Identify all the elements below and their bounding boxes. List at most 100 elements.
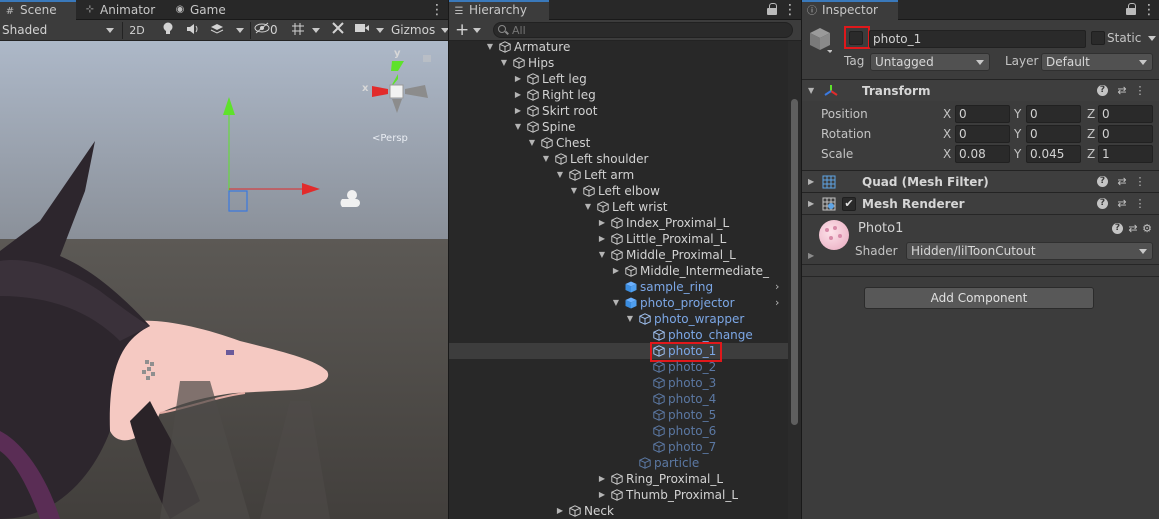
expand-arrow-open-icon[interactable]: ▼ xyxy=(625,311,635,327)
static-dropdown[interactable]: Static xyxy=(1107,31,1157,45)
kebab-icon[interactable]: ⋮ xyxy=(1133,84,1147,98)
hidden-objects-toggle[interactable]: 0 xyxy=(254,21,284,40)
help-icon[interactable]: ? xyxy=(1097,176,1108,187)
tab-scene[interactable]: # Scene xyxy=(0,0,76,20)
shader-dropdown[interactable]: Hidden/lilToonCutout xyxy=(906,242,1153,260)
hierarchy-row[interactable]: photo_2 xyxy=(449,359,789,375)
expand-arrow-open-icon[interactable]: ▼ xyxy=(513,119,523,135)
expand-arrow-closed-icon[interactable]: ▶ xyxy=(555,503,565,519)
grid-snap-icon[interactable] xyxy=(288,21,308,40)
presets-icon[interactable]: ⇄ xyxy=(1126,222,1140,236)
expand-arrow-open-icon[interactable]: ▼ xyxy=(555,167,565,183)
scale-y-field[interactable]: 0.045 xyxy=(1026,145,1081,163)
hierarchy-row[interactable]: ▼ Armature xyxy=(449,39,789,55)
hierarchy-row[interactable]: ▼ Spine xyxy=(449,119,789,135)
hierarchy-row[interactable]: ▼ Left arm xyxy=(449,167,789,183)
lock-icon[interactable] xyxy=(1126,3,1136,15)
hierarchy-row[interactable]: ▼ Left shoulder xyxy=(449,151,789,167)
object-name-field[interactable]: photo_1 xyxy=(869,30,1086,48)
kebab-icon[interactable]: ⋮ xyxy=(1133,175,1147,189)
lighting-toggle-icon[interactable] xyxy=(158,21,178,40)
expand-arrow-open-icon[interactable]: ▼ xyxy=(527,135,537,151)
hierarchy-row[interactable]: ▶ Skirt root xyxy=(449,103,789,119)
hierarchy-row[interactable]: ▼ photo_wrapper xyxy=(449,311,789,327)
rotation-x-field[interactable]: 0 xyxy=(955,125,1010,143)
scene-viewport[interactable]: y x <Persp xyxy=(0,41,448,519)
help-icon[interactable]: ? xyxy=(1112,223,1123,234)
kebab-icon[interactable]: ⋮ xyxy=(1133,197,1147,211)
position-x-field[interactable]: 0 xyxy=(955,105,1010,123)
expand-arrow-open-icon[interactable]: ▼ xyxy=(541,151,551,167)
search-input[interactable] xyxy=(512,23,782,37)
expand-arrow-open-icon[interactable]: ▼ xyxy=(597,247,607,263)
scrollbar-thumb[interactable] xyxy=(791,99,798,425)
expand-arrow-closed-icon[interactable]: ▶ xyxy=(597,471,607,487)
hierarchy-row[interactable]: particle xyxy=(449,455,789,471)
open-prefab-arrow-icon[interactable]: › xyxy=(775,279,785,295)
transform-header[interactable]: ▼ Transform ? ⇄ ⋮ xyxy=(802,79,1159,101)
open-prefab-arrow-icon[interactable]: › xyxy=(775,295,785,311)
grid-dropdown[interactable] xyxy=(310,21,322,40)
expand-arrow-open-icon[interactable]: ▼ xyxy=(569,183,579,199)
expand-arrow-open-icon[interactable]: ▼ xyxy=(583,199,593,215)
create-dropdown[interactable]: + xyxy=(455,21,487,40)
presets-icon[interactable]: ⇄ xyxy=(1115,197,1129,211)
hierarchy-row[interactable]: ▼ Chest xyxy=(449,135,789,151)
camera-dropdown[interactable] xyxy=(374,21,386,40)
hierarchy-row[interactable]: ▼ Hips xyxy=(449,55,789,71)
shading-mode-dropdown[interactable]: Shaded xyxy=(2,21,118,40)
tab-game[interactable]: ◉ Game xyxy=(170,0,234,20)
inspector-menu-icon[interactable]: ⋮ xyxy=(1142,2,1156,18)
hierarchy-row[interactable]: photo_3 xyxy=(449,375,789,391)
position-y-field[interactable]: 0 xyxy=(1026,105,1081,123)
audio-toggle-icon[interactable] xyxy=(182,21,202,40)
hierarchy-row[interactable]: ▶ Neck xyxy=(449,503,789,519)
hierarchy-row[interactable]: ▼ Left wrist xyxy=(449,199,789,215)
position-z-field[interactable]: 0 xyxy=(1098,105,1153,123)
hierarchy-menu-icon[interactable]: ⋮ xyxy=(783,2,797,18)
scale-x-field[interactable]: 0.08 xyxy=(955,145,1010,163)
expand-arrow-closed-icon[interactable]: ▶ xyxy=(513,87,523,103)
camera-icon[interactable] xyxy=(352,21,372,40)
hierarchy-row[interactable]: ▼ Left elbow xyxy=(449,183,789,199)
expand-arrow-closed-icon[interactable]: ▶ xyxy=(513,103,523,119)
scene-menu-icon[interactable]: ⋮ xyxy=(430,2,444,18)
expand-arrow-closed-icon[interactable]: ▶ xyxy=(513,71,523,87)
hierarchy-row[interactable]: photo_5 xyxy=(449,407,789,423)
gizmos-dropdown[interactable]: Gizmos xyxy=(388,21,448,40)
effects-toggle-icon[interactable] xyxy=(206,21,228,40)
tab-hierarchy[interactable]: ☰ Hierarchy xyxy=(449,0,549,20)
persp-toggle[interactable]: <Persp xyxy=(372,133,408,144)
hierarchy-search[interactable] xyxy=(493,22,793,38)
hierarchy-row[interactable]: ▼ Middle_Proximal_L xyxy=(449,247,789,263)
hierarchy-row[interactable]: ▶ Little_Proximal_L xyxy=(449,231,789,247)
hierarchy-row[interactable]: photo_7 xyxy=(449,439,789,455)
hierarchy-row[interactable]: sample_ring › xyxy=(449,279,789,295)
hierarchy-row[interactable]: ▶ Middle_Intermediate_ xyxy=(449,263,789,279)
static-checkbox[interactable] xyxy=(1091,31,1105,45)
expand-arrow-closed-icon[interactable]: ▶ xyxy=(597,487,607,503)
expand-arrow-closed-icon[interactable]: ▶ xyxy=(611,263,621,279)
material-fold-icon[interactable]: ▶ xyxy=(808,251,814,260)
hierarchy-row[interactable]: ▶ Right leg xyxy=(449,87,789,103)
gear-icon[interactable]: ⚙ xyxy=(1140,222,1154,236)
toggle-2d-button[interactable]: 2D xyxy=(126,21,148,40)
hierarchy-row[interactable]: photo_4 xyxy=(449,391,789,407)
hierarchy-scrollbar[interactable] xyxy=(788,41,801,519)
add-component-button[interactable]: Add Component xyxy=(864,287,1094,309)
mesh-renderer-enabled-checkbox[interactable]: ✔ xyxy=(842,197,856,211)
tools-icon[interactable] xyxy=(328,21,348,40)
expand-arrow-closed-icon[interactable]: ▶ xyxy=(597,231,607,247)
mesh-filter-header[interactable]: ▶ Quad (Mesh Filter) ? ⇄ ⋮ xyxy=(802,170,1159,192)
lock-icon[interactable] xyxy=(767,3,777,15)
scale-z-field[interactable]: 1 xyxy=(1098,145,1153,163)
hierarchy-row[interactable]: photo_6 xyxy=(449,423,789,439)
mesh-renderer-header[interactable]: ▶ ✔ Mesh Renderer ? ⇄ ⋮ xyxy=(802,192,1159,214)
effects-dropdown[interactable] xyxy=(234,21,246,40)
expand-arrow-open-icon[interactable]: ▼ xyxy=(499,55,509,71)
presets-icon[interactable]: ⇄ xyxy=(1115,84,1129,98)
hierarchy-row[interactable]: photo_change xyxy=(449,327,789,343)
help-icon[interactable]: ? xyxy=(1097,198,1108,209)
hierarchy-row[interactable]: ▶ Left leg xyxy=(449,71,789,87)
expand-arrow-open-icon[interactable]: ▼ xyxy=(485,39,495,55)
